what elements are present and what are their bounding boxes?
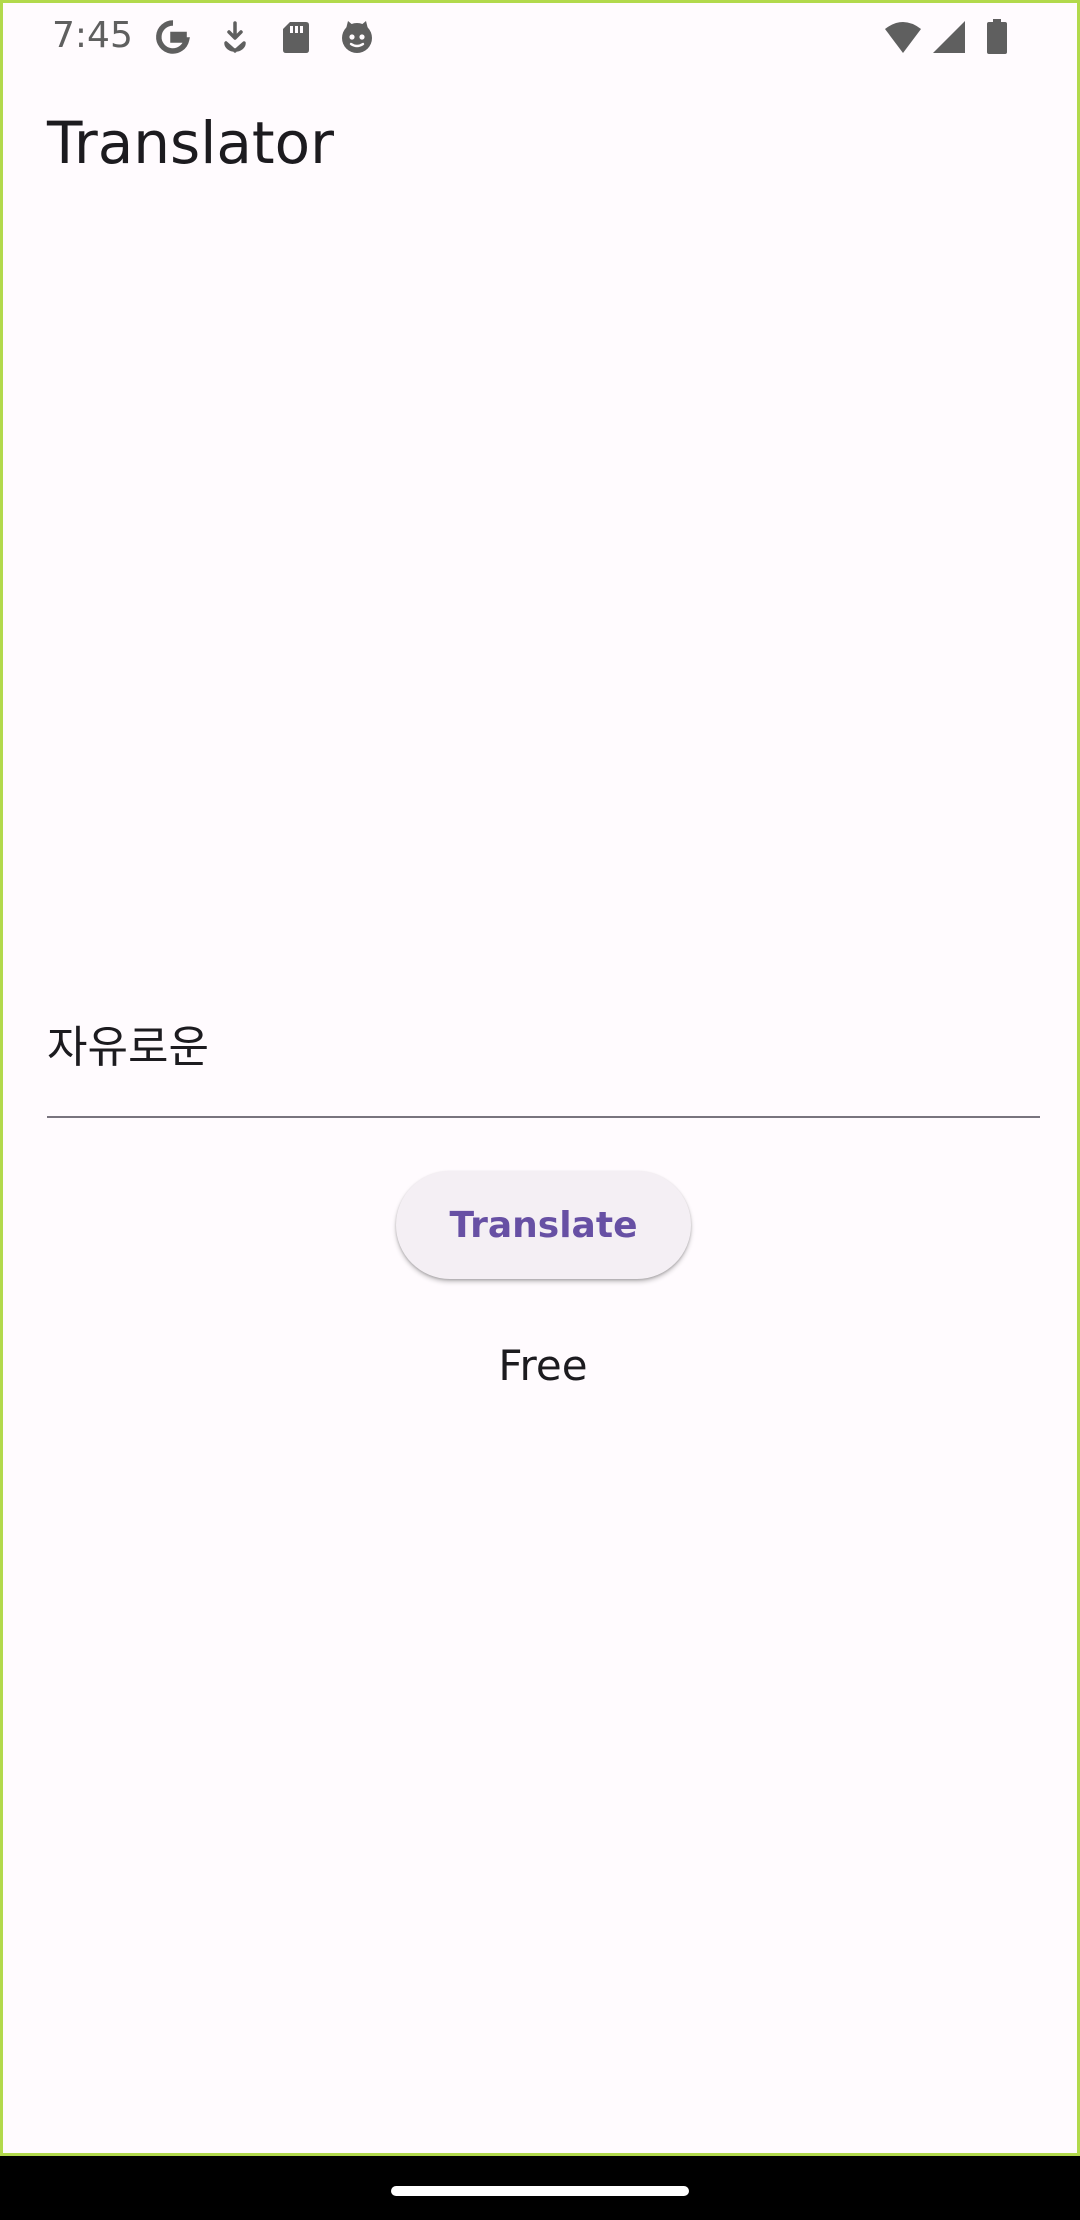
sd-card-icon bbox=[276, 17, 316, 57]
cat-face-icon bbox=[337, 17, 377, 57]
app-screen: 7:45 Translator 자유로운 Translate Free bbox=[0, 0, 1080, 2156]
cell-signal-icon bbox=[929, 17, 969, 57]
translation-result: Free bbox=[498, 1341, 588, 1390]
wifi-icon bbox=[883, 17, 923, 57]
source-text-field[interactable] bbox=[47, 1008, 1040, 1118]
home-gesture-handle[interactable] bbox=[391, 2186, 689, 2196]
download-icon bbox=[215, 17, 255, 57]
app-title: Translator bbox=[47, 109, 334, 177]
status-time: 7:45 bbox=[52, 15, 133, 56]
navigation-bar bbox=[0, 2156, 1080, 2220]
translate-button[interactable]: Translate bbox=[396, 1171, 691, 1279]
status-bar: 7:45 bbox=[3, 3, 1077, 69]
google-g-icon bbox=[153, 17, 193, 57]
source-text-input[interactable] bbox=[47, 1008, 1040, 1088]
battery-icon bbox=[977, 17, 1017, 57]
